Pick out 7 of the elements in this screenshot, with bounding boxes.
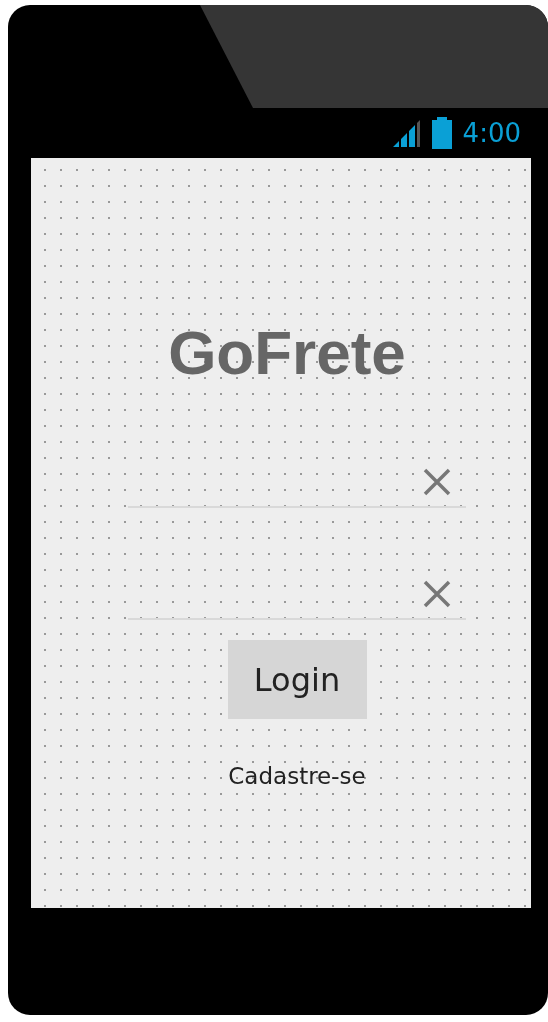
- login-button[interactable]: Login: [227, 640, 367, 719]
- app-title: GoFrete: [168, 318, 406, 388]
- clear-icon[interactable]: [422, 467, 452, 497]
- signup-link[interactable]: Cadastre-se: [228, 763, 366, 789]
- clock-time: 4:00: [462, 118, 521, 148]
- battery-icon: [430, 117, 453, 149]
- clear-icon[interactable]: [422, 579, 452, 609]
